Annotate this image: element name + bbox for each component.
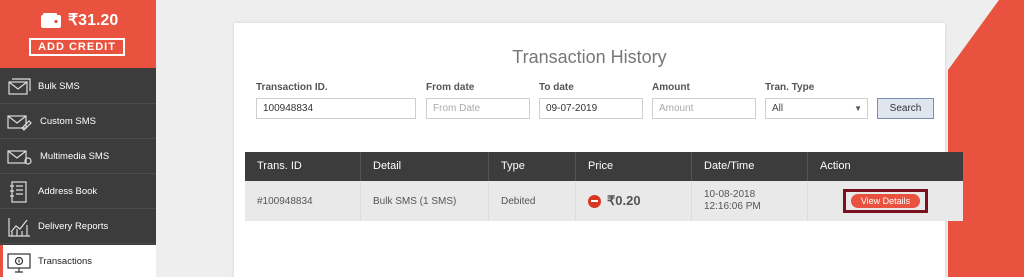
view-details-highlight: View Details [842,189,929,213]
envelope-stack-icon [8,78,31,95]
amount-label: Amount [652,82,690,93]
date-value: 10-08-2018 [704,189,756,200]
column-header-detail: Detail [361,152,489,181]
amount-input[interactable] [652,98,756,119]
to-date-input[interactable] [539,98,643,119]
sidebar-item-bulk-sms[interactable]: Bulk SMS [0,70,156,104]
column-header-action: Action [820,160,851,172]
tran-type-value: All [772,103,784,114]
wallet-icon [41,12,61,28]
wallet-panel: ₹31.20 ADD CREDIT [0,0,156,68]
chevron-down-icon: ▼ [854,104,862,113]
sidebar-item-transactions[interactable]: Transactions [0,245,156,277]
price-value: ₹0.20 [607,193,641,208]
tran-type-select[interactable]: All ▼ [765,98,868,119]
date-time-stack: 10-08-2018 12:16:06 PM [704,189,761,213]
debit-minus-icon [588,194,601,208]
view-details-button[interactable]: View Details [850,194,921,208]
sidebar-item-custom-sms[interactable]: Custom SMS [0,105,156,139]
to-date-label: To date [539,82,574,93]
from-date-label: From date [426,82,475,93]
wallet-balance-row: ₹31.20 [40,10,118,30]
cell-price: ₹0.20 [576,181,692,221]
cell-trans-id: #100948834 [245,181,361,221]
transaction-id-label: Transaction ID. [256,82,328,93]
transaction-history-card: Transaction History Transaction ID. From… [234,23,963,277]
envelope-media-icon [7,150,32,165]
sidebar-item-label: Delivery Reports [38,221,109,232]
column-header-trans-id: Trans. ID [245,152,361,181]
cell-action: View Details [808,181,963,221]
from-date-input[interactable] [426,98,530,119]
table-row: #100948834 Bulk SMS (1 SMS) Debited ₹0.2… [245,181,963,221]
address-book-icon [10,181,27,203]
column-header-price: Price [576,152,692,181]
sidebar-item-address-book[interactable]: Address Book [0,175,156,209]
transactions-table: Trans. ID Detail Type Price Date/Time Ac… [245,152,963,221]
sidebar-item-label: Multimedia SMS [40,151,110,162]
column-header-date-time: Date/Time [692,152,808,181]
sidebar-item-multimedia-sms[interactable]: Multimedia SMS [0,140,156,174]
envelope-edit-icon [7,115,32,131]
sidebar: ₹31.20 ADD CREDIT Bulk SMS Custom SMS Mu… [0,0,156,277]
sidebar-item-label: Transactions [38,256,93,267]
sidebar-item-label: Address Book [38,186,98,197]
transactions-monitor-icon [7,253,31,273]
search-button[interactable]: Search [877,98,934,119]
tran-type-label: Tran. Type [765,82,815,93]
cell-type: Debited [489,181,576,221]
decorative-shape [948,0,1024,277]
sidebar-item-label: Bulk SMS [38,81,80,92]
add-credit-button[interactable]: ADD CREDIT [29,38,125,56]
sidebar-item-delivery-reports[interactable]: Delivery Reports [0,210,156,244]
cell-detail: Bulk SMS (1 SMS) [361,181,489,221]
column-header-type: Type [489,152,576,181]
page-title: Transaction History [512,47,667,67]
transaction-id-input[interactable] [256,98,416,119]
cell-date-time: 10-08-2018 12:16:06 PM [692,181,808,221]
sidebar-item-label: Custom SMS [40,116,96,127]
wallet-balance: ₹31.20 [68,12,119,29]
time-value: 12:16:06 PM [704,201,761,212]
line-chart-icon [8,218,30,237]
table-header: Trans. ID Detail Type Price Date/Time Ac… [245,152,963,181]
